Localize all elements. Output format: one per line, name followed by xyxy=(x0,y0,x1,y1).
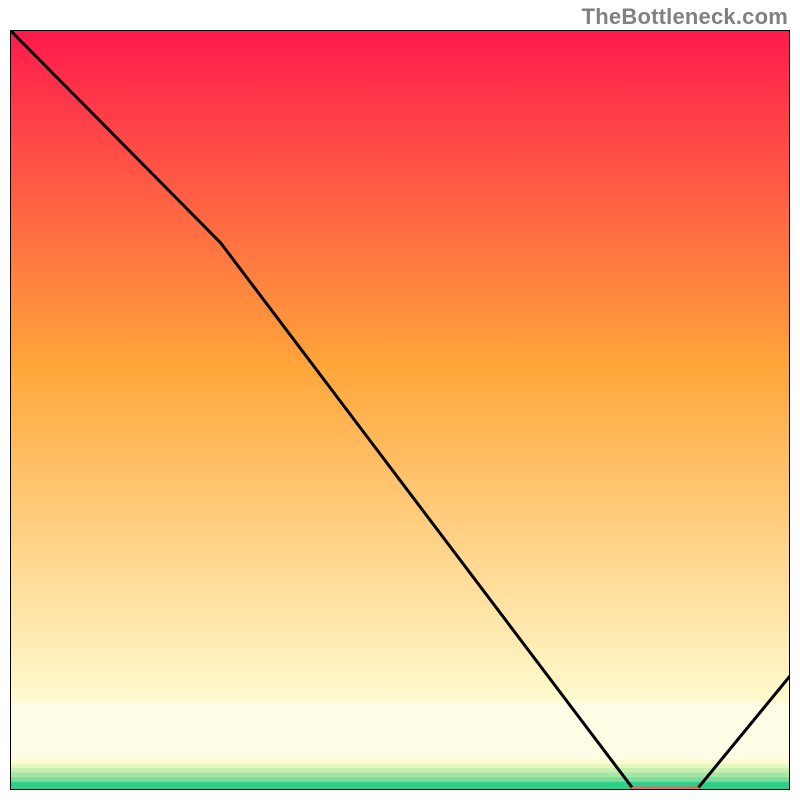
bg-band-2 xyxy=(10,760,790,765)
chart-svg xyxy=(10,30,790,790)
attribution-text: TheBottleneck.com xyxy=(582,4,788,30)
bg-band-3 xyxy=(10,764,790,768)
bg-band-4 xyxy=(10,768,790,773)
bg-band-5 xyxy=(10,773,790,778)
bg-band-1 xyxy=(10,703,790,760)
plot-area xyxy=(10,30,790,790)
bg-band-0 xyxy=(10,30,790,703)
bg-band-6 xyxy=(10,777,790,782)
